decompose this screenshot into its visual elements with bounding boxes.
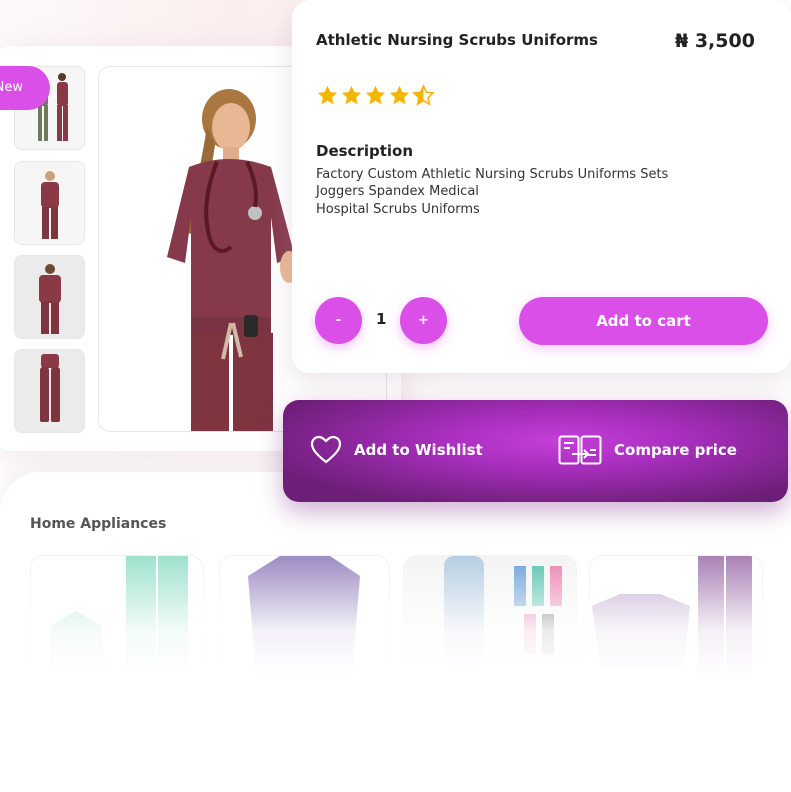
thumbnail-4[interactable] xyxy=(14,349,85,433)
product-card[interactable] xyxy=(30,555,204,697)
rating-stars xyxy=(316,84,435,107)
star-half-icon xyxy=(412,84,435,106)
wishlist-label: Add to Wishlist xyxy=(354,441,483,459)
section-title: Home Appliances xyxy=(30,516,167,532)
add-to-wishlist-button[interactable]: Add to Wishlist xyxy=(310,435,483,465)
product-price: ₦ 3,500 xyxy=(675,30,755,52)
new-badge: New xyxy=(0,66,50,110)
quantity-decrease-button[interactable]: - xyxy=(315,297,362,344)
compare-icon xyxy=(558,435,602,465)
new-badge-label: New xyxy=(0,80,23,95)
product-info-card: Athletic Nursing Scrubs Uniforms ₦ 3,500… xyxy=(292,0,791,373)
quantity-value: 1 xyxy=(376,310,387,328)
add-to-cart-button[interactable]: Add to cart xyxy=(519,297,768,345)
product-card[interactable] xyxy=(589,555,763,697)
description-line: Hospital Scrubs Uniforms xyxy=(316,202,480,217)
product-title: Athletic Nursing Scrubs Uniforms xyxy=(316,31,598,49)
description-heading: Description xyxy=(316,142,414,160)
star-icon xyxy=(365,85,386,105)
star-icon xyxy=(389,85,410,105)
quantity-increase-button[interactable]: + xyxy=(400,297,447,344)
description-line: Factory Custom Athletic Nursing Scrubs U… xyxy=(316,167,669,182)
action-bar: Add to Wishlist Compare price xyxy=(283,400,788,502)
description-line: Joggers Spandex Medical xyxy=(316,184,479,199)
compare-label: Compare price xyxy=(614,441,737,459)
product-card[interactable] xyxy=(219,555,390,697)
star-icon xyxy=(341,85,362,105)
thumbnail-3[interactable] xyxy=(14,255,85,339)
heart-icon xyxy=(310,435,342,464)
thumbnail-2[interactable] xyxy=(14,161,85,245)
category-section: Home Appliances xyxy=(0,472,791,792)
compare-price-button[interactable]: Compare price xyxy=(558,435,737,465)
star-icon xyxy=(317,85,338,105)
product-card[interactable] xyxy=(403,555,577,697)
